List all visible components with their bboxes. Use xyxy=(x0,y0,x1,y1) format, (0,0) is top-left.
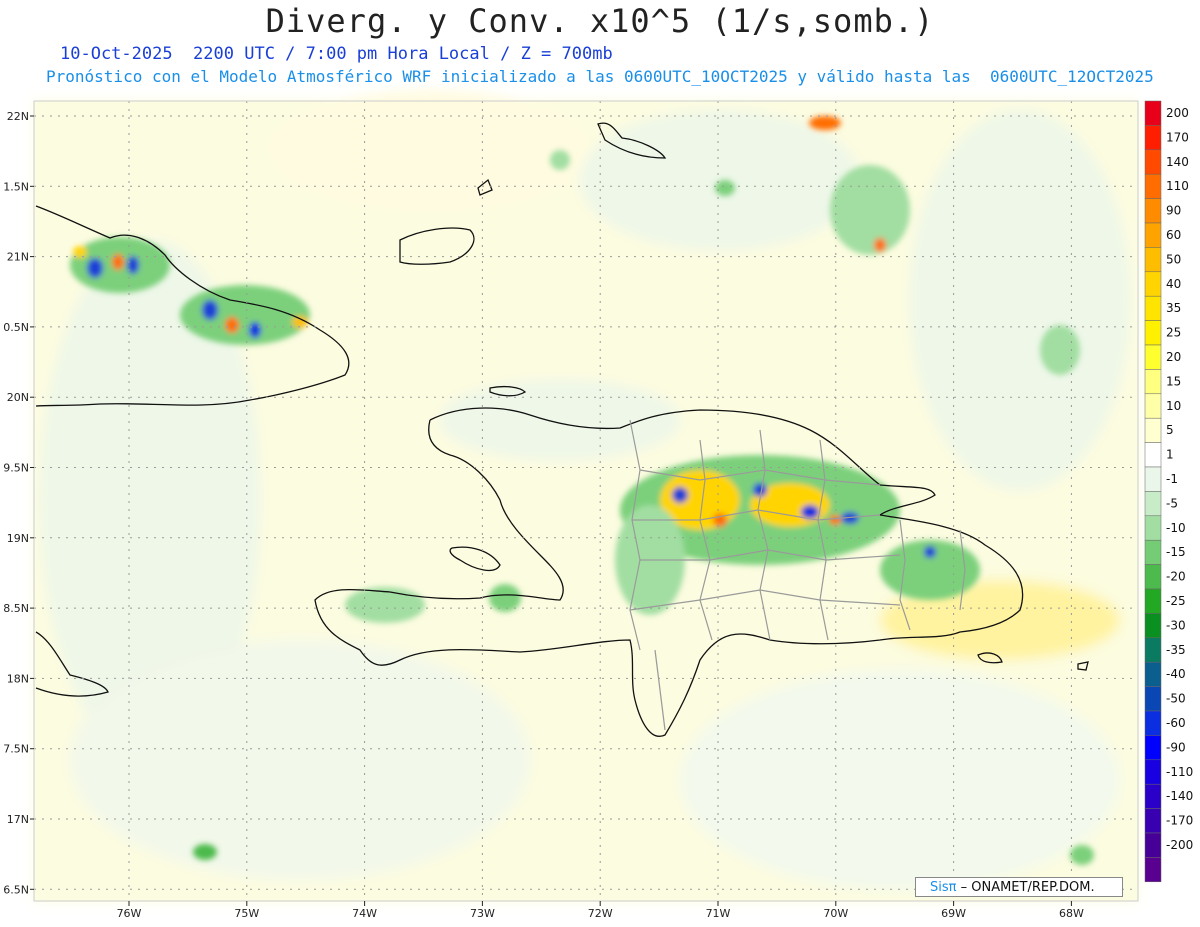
colorbar-swatch xyxy=(1144,198,1162,224)
latitude-axis: 22N 1.5N 21N 0.5N 20N 9.5N 19N 8.5N 18N 7.5N 17N 6.… xyxy=(3,110,34,896)
colorbar-swatch xyxy=(1144,564,1162,590)
colorbar-label: -10 xyxy=(1166,521,1186,535)
colorbar-swatch xyxy=(1144,710,1162,736)
colorbar-swatch xyxy=(1144,637,1162,663)
colorbar-swatch xyxy=(1144,247,1162,273)
colorbar-label: 5 xyxy=(1166,423,1174,437)
colorbar-swatch xyxy=(1144,735,1162,761)
field-shading xyxy=(34,90,1138,901)
colorbar-label: 60 xyxy=(1166,228,1181,242)
colorbar-label: -20 xyxy=(1166,570,1186,584)
credit-brand: Sisπ xyxy=(930,880,957,895)
colorbar-label: -50 xyxy=(1166,692,1186,706)
colorbar-label: 20 xyxy=(1166,350,1181,364)
lon-label: 68W xyxy=(1059,907,1084,920)
colorbar-swatch xyxy=(1144,295,1162,321)
colorbar-swatch xyxy=(1144,539,1162,565)
colorbar-label: -5 xyxy=(1166,496,1178,510)
lat-label: 0.5N xyxy=(3,321,29,334)
colorbar-swatch xyxy=(1144,857,1162,883)
colorbar-swatch xyxy=(1144,149,1162,175)
lon-label: 72W xyxy=(588,907,613,920)
colorbar-swatch xyxy=(1144,222,1162,248)
colorbar-swatch xyxy=(1144,271,1162,297)
colorbar-label: 35 xyxy=(1166,301,1181,315)
lat-label: 9.5N xyxy=(3,462,29,475)
credit-org: – ONAMET/REP.DOM. xyxy=(960,880,1095,895)
colorbar-swatch xyxy=(1144,369,1162,395)
colorbar-label: -30 xyxy=(1166,618,1186,632)
lat-label: 21N xyxy=(7,251,29,264)
colorbar-label: 10 xyxy=(1166,399,1181,413)
lon-label: 76W xyxy=(117,907,142,920)
colorbar-label: 1 xyxy=(1166,448,1174,462)
colorbar-swatch xyxy=(1144,808,1162,834)
colorbar-swatch xyxy=(1144,515,1162,541)
colorbar-swatch xyxy=(1144,588,1162,614)
colorbar-label: -90 xyxy=(1166,740,1186,754)
lat-label: 18N xyxy=(7,672,29,685)
lon-label: 73W xyxy=(470,907,495,920)
colorbar-swatch xyxy=(1144,320,1162,346)
colorbar-label: -40 xyxy=(1166,667,1186,681)
lon-label: 71W xyxy=(706,907,731,920)
colorbar-swatch xyxy=(1144,344,1162,370)
lat-label: 7.5N xyxy=(3,743,29,756)
colorbar-label: 90 xyxy=(1166,204,1181,218)
lat-label: 8.5N xyxy=(3,602,29,615)
colorbar-label: -35 xyxy=(1166,643,1186,657)
colorbar-label: -15 xyxy=(1166,545,1186,559)
colorbar-swatch xyxy=(1144,100,1162,126)
credit-box: Sisπ – ONAMET/REP.DOM. xyxy=(915,877,1123,897)
colorbar-label: -140 xyxy=(1166,789,1193,803)
lon-label: 70W xyxy=(823,907,848,920)
colorbar-swatch xyxy=(1144,393,1162,419)
colorbar-label: -60 xyxy=(1166,716,1186,730)
colorbar: 200 170 140 110 90 60 50 40 35 25 20 15 10 5 1 -1 -5 -10 -… xyxy=(1144,100,1193,883)
colorbar-swatch xyxy=(1144,832,1162,858)
colorbar-swatch xyxy=(1144,417,1162,443)
colorbar-label: -200 xyxy=(1166,838,1193,852)
lat-label: 22N xyxy=(7,110,29,123)
colorbar-label: -170 xyxy=(1166,814,1193,828)
colorbar-swatch xyxy=(1144,442,1162,468)
colorbar-swatch xyxy=(1144,466,1162,492)
lon-label: 74W xyxy=(352,907,377,920)
lon-label: 69W xyxy=(941,907,966,920)
colorbar-label: 15 xyxy=(1166,374,1181,388)
lat-label: 6.5N xyxy=(3,883,29,896)
colorbar-swatch xyxy=(1144,173,1162,199)
colorbar-swatch xyxy=(1144,686,1162,712)
colorbar-label: 50 xyxy=(1166,252,1181,266)
colorbar-label: 25 xyxy=(1166,326,1181,340)
lat-label: 1.5N xyxy=(3,180,29,193)
lat-label: 19N xyxy=(7,532,29,545)
colorbar-swatch xyxy=(1144,613,1162,639)
colorbar-label: 170 xyxy=(1166,130,1189,144)
colorbar-label: 40 xyxy=(1166,277,1181,291)
colorbar-label: 110 xyxy=(1166,179,1189,193)
lat-label: 20N xyxy=(7,391,29,404)
longitude-axis: 76W 75W 74W 73W 72W 71W 70W 69W 68W xyxy=(117,901,1084,920)
colorbar-label: -1 xyxy=(1166,472,1178,486)
colorbar-label: -110 xyxy=(1166,765,1193,779)
colorbar-label: 200 xyxy=(1166,106,1189,120)
colorbar-label: -25 xyxy=(1166,594,1186,608)
forecast-map: 22N 1.5N 21N 0.5N 20N 9.5N 19N 8.5N 18N 7.5N 17N 6.… xyxy=(3,90,1193,920)
colorbar-swatch xyxy=(1144,661,1162,687)
colorbar-swatch xyxy=(1144,491,1162,517)
colorbar-label: 140 xyxy=(1166,155,1189,169)
lat-label: 17N xyxy=(7,813,29,826)
map-panel xyxy=(33,90,1139,902)
colorbar-swatch xyxy=(1144,759,1162,785)
lon-label: 75W xyxy=(234,907,259,920)
colorbar-swatch xyxy=(1144,125,1162,151)
colorbar-swatch xyxy=(1144,783,1162,809)
